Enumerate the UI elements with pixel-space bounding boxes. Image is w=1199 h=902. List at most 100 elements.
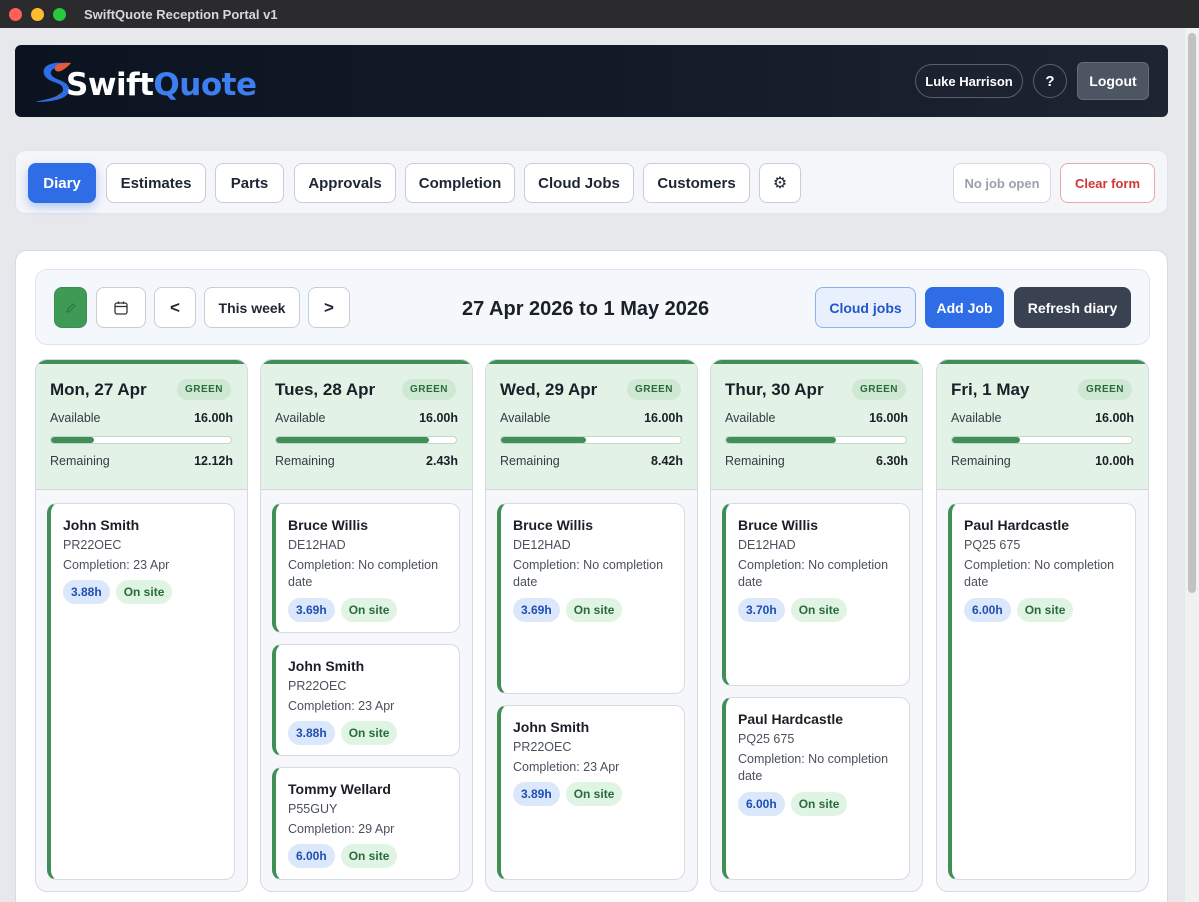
job-completion: Completion: 23 Apr [288,699,395,713]
tab-estimates[interactable]: Estimates [106,163,206,203]
job-registration: PQ25 675 [738,732,795,746]
job-customer-name: Bruce Willis [738,517,819,533]
available-label: Available [951,411,1002,425]
day-name: Fri, 1 May [951,380,1030,399]
week-range-title: 27 Apr 2026 to 1 May 2026 [462,298,710,320]
job-registration: PR22OEC [288,679,347,693]
day-column: Fri, 1 May GREEN Available 16.00h Remaini… [936,359,1149,892]
available-label: Available [275,411,326,425]
job-hours-badge: 3.88h [288,721,335,745]
tab-approvals[interactable]: Approvals [294,163,396,203]
day-status-badge: GREEN [401,379,456,400]
remaining-label: Remaining [275,454,335,468]
capacity-bar [725,436,907,444]
job-completion: Completion: No completion date [738,558,889,589]
tab-completion[interactable]: Completion [405,163,515,203]
capacity-bar-fill [276,437,429,443]
day-remaining-row: Remaining 12.12h [50,454,233,468]
job-completion: Completion: 29 Apr [288,822,395,836]
day-status-badge: GREEN [1077,379,1132,400]
close-window-button[interactable] [9,7,22,21]
page-scrollbar-thumb[interactable] [1188,33,1196,593]
job-status-badge: On site [790,792,848,816]
help-button[interactable]: ? [1033,64,1067,98]
day-remaining-row: Remaining 8.42h [500,454,683,468]
job-card[interactable]: John Smith PR22OEC Completion: 23 Apr 3.… [47,503,235,880]
job-card[interactable]: Tommy Wellard P55GUY Completion: 29 Apr … [272,767,460,880]
calendar-icon [114,301,128,315]
cloud-jobs-button[interactable]: Cloud jobs [815,287,916,328]
status-color-button[interactable] [54,287,87,328]
minimize-window-button[interactable] [31,7,44,21]
zoom-window-button[interactable] [53,7,66,21]
remaining-label: Remaining [725,454,785,468]
remaining-label: Remaining [500,454,560,468]
job-status-badge: On site [115,580,173,604]
day-name: Thur, 30 Apr [725,380,824,399]
settings-button[interactable]: ⚙ [759,163,801,203]
this-week-button[interactable]: This week [204,287,300,328]
job-customer-name: Bruce Willis [513,517,594,533]
window-controls [9,7,66,21]
job-customer-name: John Smith [288,658,365,674]
job-card[interactable]: Bruce Willis DE12HAD Completion: No comp… [272,503,460,633]
job-hours-badge: 3.69h [513,598,560,622]
job-completion: Completion: 23 Apr [513,760,620,774]
job-registration: DE12HAD [738,538,796,552]
job-status-badge: On site [790,598,848,622]
day-remaining-row: Remaining 6.30h [725,454,908,468]
tab-parts[interactable]: Parts [215,163,284,203]
job-card[interactable]: Paul Hardcastle PQ25 675 Completion: No … [722,697,910,880]
logo-swift-text: Swift [66,67,154,103]
job-card[interactable]: Bruce Willis DE12HAD Completion: No comp… [722,503,910,686]
job-registration: PQ25 675 [964,538,1021,552]
tab-customers[interactable]: Customers [643,163,750,203]
job-status-badge: On site [565,782,623,806]
job-chips: 6.00h On site [964,598,1074,622]
job-registration: P55GUY [288,802,338,816]
next-week-button[interactable]: > [308,287,350,328]
available-label: Available [725,411,776,425]
job-card[interactable]: John Smith PR22OEC Completion: 23 Apr 3.… [272,644,460,756]
day-column: Thur, 30 Apr GREEN Available 16.00h Remai… [710,359,923,892]
job-card[interactable]: Bruce Willis DE12HAD Completion: No comp… [497,503,685,694]
job-hours-badge: 3.70h [738,598,785,622]
job-hours-badge: 6.00h [964,598,1011,622]
job-hours-badge: 6.00h [288,844,335,868]
job-completion: Completion: 23 Apr [63,558,170,572]
job-card[interactable]: John Smith PR22OEC Completion: 23 Apr 3.… [497,705,685,880]
gear-icon: ⚙ [772,175,788,192]
day-name: Wed, 29 Apr [500,380,598,399]
available-value: 16.00h [1095,411,1134,425]
day-header: Fri, 1 May GREEN Available 16.00h Remaini… [937,360,1148,490]
job-completion: Completion: No completion date [513,558,664,589]
available-label: Available [50,411,101,425]
job-chips: 3.70h On site [738,598,848,622]
day-column: Mon, 27 Apr GREEN Available 16.00h Remain… [35,359,248,892]
job-completion: Completion: No completion date [738,752,889,783]
swiftquote-logo: SwiftQuote [33,57,257,105]
day-header: Mon, 27 Apr GREEN Available 16.00h Remain… [36,360,247,490]
day-header: Wed, 29 Apr GREEN Available 16.00h Remain… [486,360,697,490]
remaining-label: Remaining [951,454,1011,468]
remaining-label: Remaining [50,454,110,468]
day-remaining-row: Remaining 10.00h [951,454,1134,468]
add-job-button[interactable]: Add Job [925,287,1004,328]
window-titlebar: SwiftQuote Reception Portal v1 [0,0,1199,28]
job-customer-name: Bruce Willis [288,517,369,533]
day-status-badge: GREEN [626,379,681,400]
refresh-diary-button[interactable]: Refresh diary [1014,287,1131,328]
calendar-picker-button[interactable] [96,287,146,328]
tab-cloud-jobs[interactable]: Cloud Jobs [524,163,634,203]
tab-diary[interactable]: Diary [28,163,96,203]
logout-button[interactable]: Logout [1077,62,1149,100]
user-account-chip[interactable]: Luke Harrison [915,64,1023,98]
job-status-indicator: No job open [953,163,1051,203]
job-completion: Completion: No completion date [288,558,439,589]
job-card[interactable]: Paul Hardcastle PQ25 675 Completion: No … [948,503,1136,880]
previous-week-button[interactable]: < [154,287,196,328]
job-chips: 3.69h On site [288,598,398,622]
job-hours-badge: 6.00h [738,792,785,816]
clear-form-button[interactable]: Clear form [1060,163,1155,203]
capacity-bar-fill [952,437,1021,443]
